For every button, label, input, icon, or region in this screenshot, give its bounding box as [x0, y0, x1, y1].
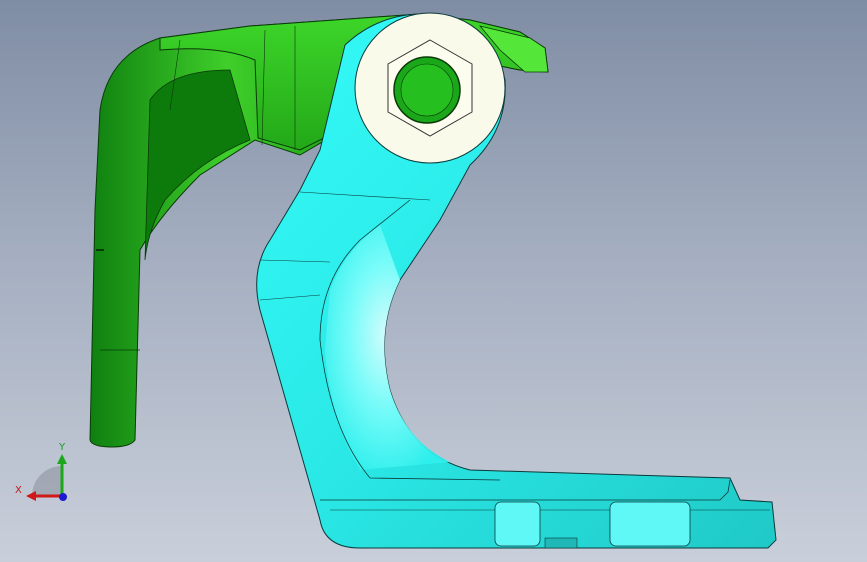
3d-model-view[interactable] [0, 0, 867, 562]
lever-arm-inner-slot [144, 69, 251, 261]
pivot-assembly[interactable] [354, 12, 506, 164]
clamp-foot-pad-2 [609, 501, 691, 547]
clamp-foot-slot [544, 537, 578, 549]
clamp-foot-pad-1 [494, 501, 541, 547]
clamp-body-part[interactable] [256, 13, 777, 549]
graphics-viewport[interactable]: Y X [0, 0, 867, 562]
view-orientation-triad: Y X [12, 440, 76, 510]
y-axis-label: Y [59, 442, 66, 453]
x-axis-label: X [15, 485, 22, 496]
z-axis-dot [59, 493, 67, 501]
